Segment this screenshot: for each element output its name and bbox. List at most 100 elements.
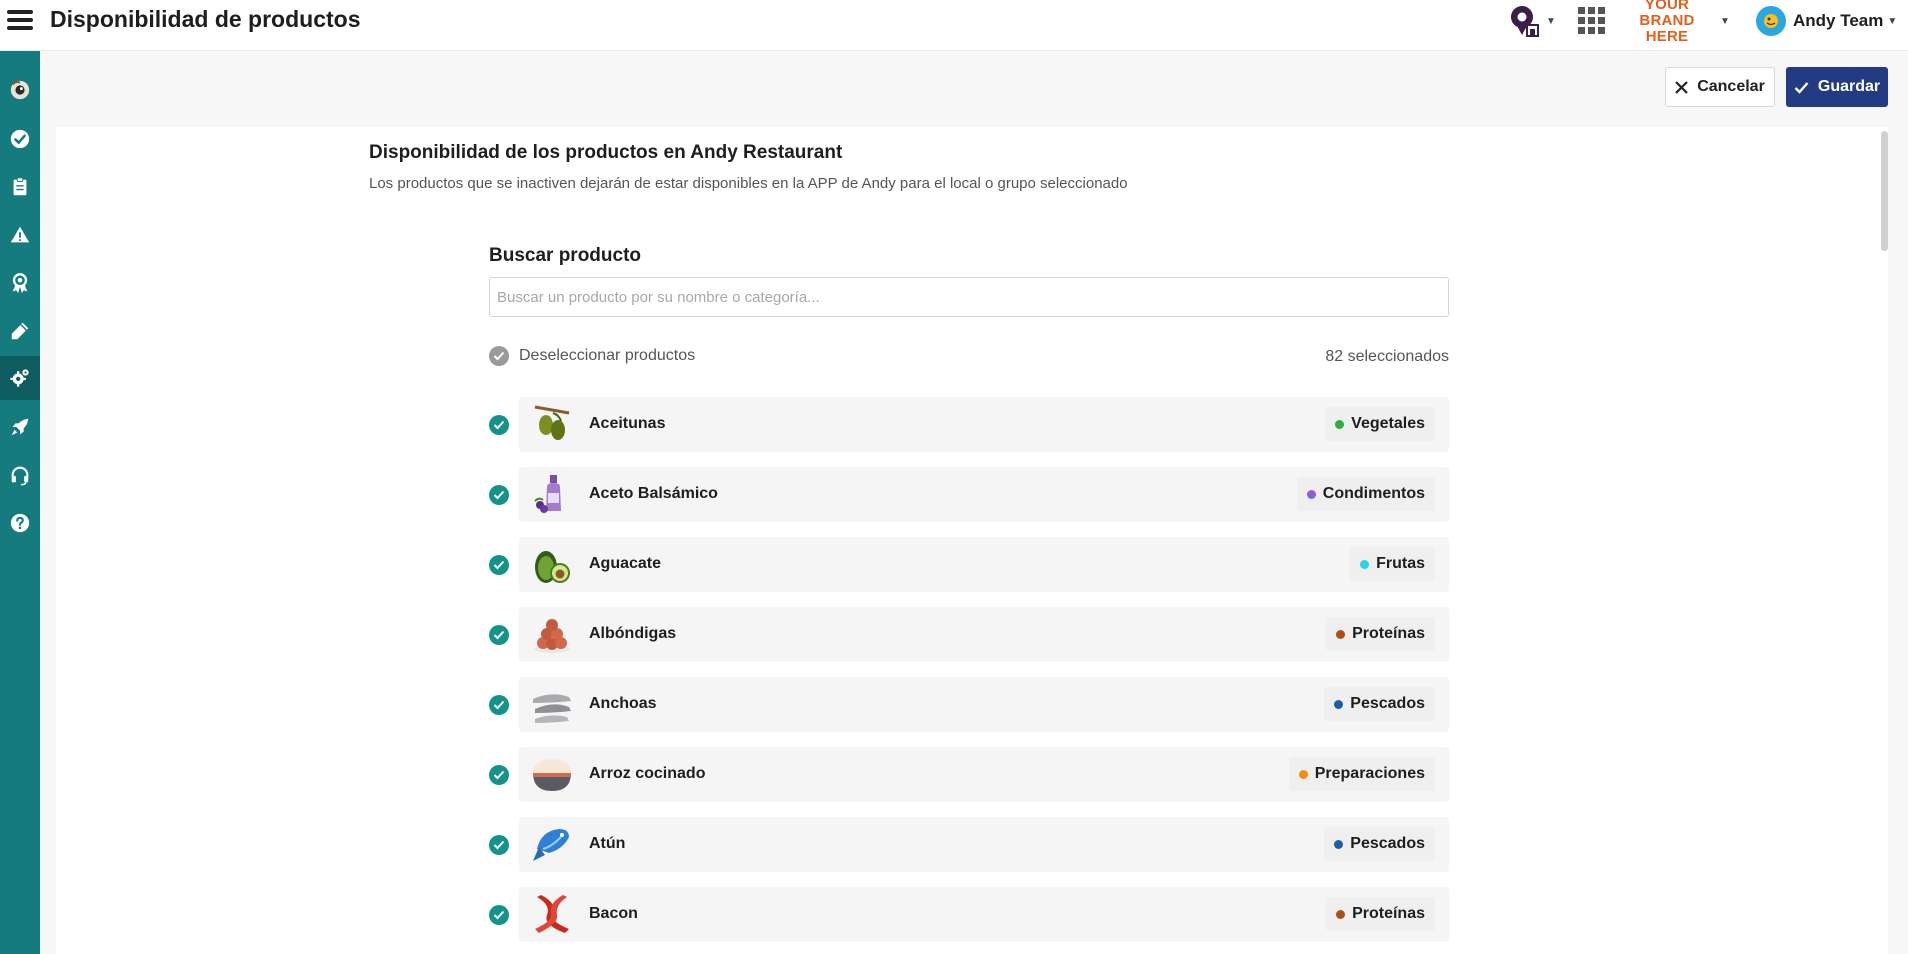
category-badge: Frutas (1350, 547, 1435, 581)
sidebar-item-checklists[interactable] (0, 165, 40, 209)
brand-logo: YOUR BRAND HERE (1618, 0, 1716, 45)
category-dot (1298, 769, 1308, 779)
product-name: Aceto Balsámico (589, 485, 718, 502)
check-icon (1794, 81, 1809, 94)
product-row[interactable]: Aceto Balsámico Condimentos (519, 467, 1449, 522)
category-dot (1360, 559, 1370, 569)
location-pin-icon (1511, 6, 1539, 37)
product-checkbox[interactable] (489, 485, 509, 505)
meatballs-icon (534, 619, 570, 653)
bacon-icon (535, 895, 569, 933)
check-icon (493, 490, 505, 500)
sidebar-item-support[interactable] (0, 453, 40, 497)
check-icon (493, 700, 505, 710)
brand-selector[interactable]: YOUR BRAND HERE ▼ (1618, 0, 1738, 45)
gears-icon (10, 369, 29, 387)
andy-avatar-icon (1764, 14, 1778, 28)
category-badge: Vegetales (1325, 407, 1435, 441)
apps-grid-button[interactable] (1578, 0, 1608, 42)
warning-icon (10, 226, 30, 243)
tuna-icon (533, 829, 569, 861)
pencil-icon (11, 322, 29, 340)
eye-logo-icon (10, 80, 30, 100)
scrollbar[interactable] (1881, 131, 1888, 251)
category-badge: Pescados (1324, 827, 1435, 861)
headset-icon (11, 466, 29, 486)
search-input[interactable] (489, 277, 1449, 317)
award-icon (12, 273, 28, 294)
sidebar-item-launch[interactable] (0, 405, 40, 449)
user-name: Andy Team (1793, 11, 1884, 30)
product-name: Anchoas (589, 695, 657, 712)
product-row[interactable]: Aceitunas Vegetales (519, 397, 1449, 452)
product-row[interactable]: Albóndigas Proteínas (519, 607, 1449, 662)
sidebar-item-alerts[interactable] (0, 213, 40, 257)
category-dot (1336, 629, 1346, 639)
product-row[interactable]: Bacon Proteínas (519, 887, 1449, 942)
category-label: Preparaciones (1314, 765, 1425, 782)
deselect-products-button[interactable]: Deseleccionar productos (489, 346, 695, 366)
sidebar (0, 51, 40, 954)
sidebar-item-awards[interactable] (0, 261, 40, 305)
product-name: Aguacate (589, 555, 662, 572)
chevron-down-icon: ▼ (1887, 15, 1898, 27)
sidebar-item-help[interactable] (0, 501, 40, 545)
save-button-label: Guardar (1817, 78, 1881, 95)
category-label: Proteínas (1352, 625, 1425, 642)
avocado-icon (535, 551, 570, 583)
page-title: Disponibilidad de productos (50, 6, 361, 32)
product-name: Aceitunas (589, 415, 666, 432)
product-name: Arroz cocinado (589, 765, 706, 782)
close-icon (1675, 80, 1688, 94)
category-label: Pescados (1350, 835, 1425, 852)
category-badge: Pescados (1324, 687, 1435, 721)
product-checkbox[interactable] (489, 765, 509, 785)
product-name: Albóndigas (589, 625, 677, 642)
product-row[interactable]: Anchoas Pescados (519, 677, 1449, 732)
check-circle-icon (489, 346, 509, 366)
location-selector[interactable]: ▼ (1508, 0, 1556, 42)
product-name: Atún (589, 835, 626, 852)
sidebar-item-home[interactable] (0, 68, 40, 112)
category-label: Pescados (1350, 695, 1425, 712)
brand-line-1: YOUR BRAND (1639, 0, 1695, 29)
category-dot (1334, 839, 1344, 849)
save-button[interactable]: Guardar (1786, 67, 1888, 107)
check-icon (493, 910, 505, 920)
product-checkbox[interactable] (489, 555, 509, 575)
product-checkbox[interactable] (489, 625, 509, 645)
product-checkbox[interactable] (489, 835, 509, 855)
check-icon (493, 560, 505, 570)
product-name: Bacon (589, 905, 638, 922)
category-badge: Preparaciones (1288, 757, 1435, 791)
product-row[interactable]: Arroz cocinado Preparaciones (519, 747, 1449, 802)
vinegar-bottle-icon (534, 475, 561, 513)
product-checkbox[interactable] (489, 905, 509, 925)
help-icon (10, 513, 30, 533)
category-label: Proteínas (1352, 905, 1425, 922)
cancel-button-label: Cancelar (1697, 78, 1765, 95)
category-badge: Proteínas (1326, 617, 1435, 651)
category-label: Frutas (1376, 555, 1425, 572)
product-checkbox[interactable] (489, 695, 509, 715)
anchovies-icon (533, 694, 571, 723)
cancel-button[interactable]: Cancelar (1665, 67, 1775, 107)
rice-bowl-icon (533, 759, 571, 791)
menu-icon[interactable] (7, 10, 33, 32)
sidebar-item-settings[interactable] (0, 356, 40, 400)
sidebar-item-tasks[interactable] (0, 117, 40, 161)
sidebar-item-edit[interactable] (0, 309, 40, 353)
category-dot (1335, 419, 1345, 429)
check-icon (493, 840, 505, 850)
check-circle-icon (10, 129, 30, 149)
rocket-icon (11, 418, 29, 436)
product-row[interactable]: Atún Pescados (519, 817, 1449, 872)
product-checkbox[interactable] (489, 415, 509, 435)
category-dot (1336, 909, 1346, 919)
user-menu[interactable]: Andy Team ▼ (1756, 0, 1906, 42)
product-row[interactable]: Aguacate Frutas (519, 537, 1449, 592)
section-subtitle: Los productos que se inactiven dejarán d… (369, 175, 1128, 192)
section-title: Disponibilidad de los productos en Andy … (369, 142, 843, 163)
top-bar: Disponibilidad de productos ▼ YOUR BRAND… (0, 0, 1908, 51)
chevron-down-icon: ▼ (1546, 15, 1556, 27)
